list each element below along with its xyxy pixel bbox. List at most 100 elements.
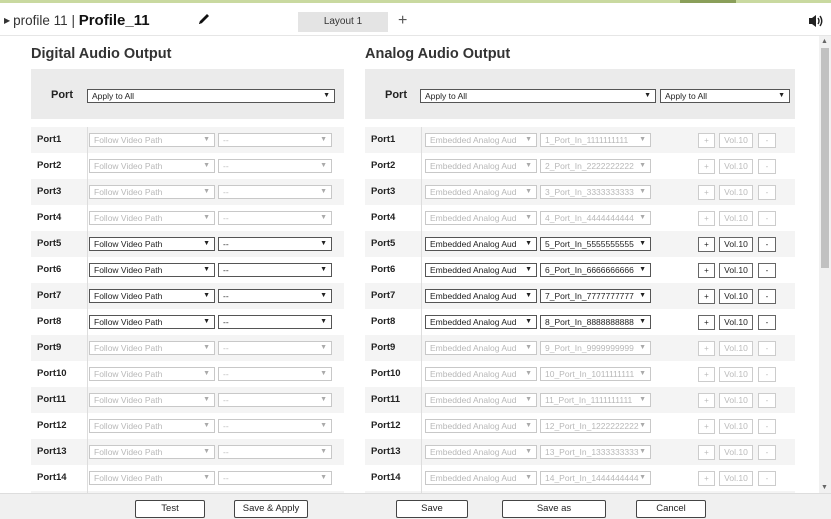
volume-down-button[interactable]: - [758, 367, 776, 382]
page-scrollbar[interactable]: ▲ ▼ [819, 36, 831, 493]
profile-title[interactable]: ▶ profile 11 | Profile_11 [4, 12, 150, 29]
analog-input-select[interactable]: 9_Port_In_9999999999 ▼ [540, 341, 651, 355]
analog-source-select[interactable]: Embedded Analog Aud ▼ [425, 315, 537, 329]
analog-input-select[interactable]: 5_Port_In_5555555555 ▼ [540, 237, 651, 251]
scroll-down-icon[interactable]: ▼ [821, 484, 828, 491]
pencil-icon[interactable] [197, 12, 211, 26]
save-apply-button[interactable]: Save & Apply [234, 500, 308, 518]
analog-input-select[interactable]: 2_Port_In_2222222222 ▼ [540, 159, 651, 173]
volume-down-button[interactable]: - [758, 185, 776, 200]
digital-sub-select[interactable]: -- ▼ [218, 367, 332, 381]
analog-input-select[interactable]: 7_Port_In_7777777777 ▼ [540, 289, 651, 303]
analog-source-select[interactable]: Embedded Analog Aud ▼ [425, 471, 537, 485]
volume-up-button[interactable]: + [698, 315, 715, 330]
digital-sub-select[interactable]: -- ▼ [218, 445, 332, 459]
analog-input-select[interactable]: 11_Port_In_1111111111 ▼ [540, 393, 651, 407]
digital-source-select[interactable]: Follow Video Path ▼ [89, 185, 215, 199]
volume-up-button[interactable]: + [698, 185, 715, 200]
digital-sub-select[interactable]: -- ▼ [218, 133, 332, 147]
digital-source-select[interactable]: Follow Video Path ▼ [89, 341, 215, 355]
volume-down-button[interactable]: - [758, 159, 776, 174]
volume-up-button[interactable]: + [698, 419, 715, 434]
analog-source-select[interactable]: Embedded Analog Aud ▼ [425, 341, 537, 355]
tab-layout-1[interactable]: Layout 1 [298, 12, 388, 32]
volume-down-button[interactable]: - [758, 471, 776, 486]
volume-down-button[interactable]: - [758, 393, 776, 408]
volume-down-button[interactable]: - [758, 289, 776, 304]
digital-source-select[interactable]: Follow Video Path ▼ [89, 393, 215, 407]
analog-apply-all-input-select[interactable]: Apply to All ▼ [660, 89, 790, 103]
analog-source-select[interactable]: Embedded Analog Aud ▼ [425, 237, 537, 251]
analog-source-select[interactable]: Embedded Analog Aud ▼ [425, 289, 537, 303]
digital-source-select[interactable]: Follow Video Path ▼ [89, 419, 215, 433]
digital-source-select[interactable]: Follow Video Path ▼ [89, 159, 215, 173]
analog-input-select[interactable]: 3_Port_In_3333333333 ▼ [540, 185, 651, 199]
volume-up-button[interactable]: + [698, 393, 715, 408]
volume-up-button[interactable]: + [698, 445, 715, 460]
expand-arrow-icon[interactable]: ▶ [4, 16, 10, 25]
analog-source-select[interactable]: Embedded Analog Aud ▼ [425, 133, 537, 147]
volume-down-button[interactable]: - [758, 237, 776, 252]
volume-down-button[interactable]: - [758, 315, 776, 330]
digital-source-select[interactable]: Follow Video Path ▼ [89, 315, 215, 329]
save-button[interactable]: Save [396, 500, 468, 518]
analog-input-select[interactable]: 13_Port_In_1333333333 ▼ [540, 445, 651, 459]
analog-input-select[interactable]: 1_Port_In_1111111111 ▼ [540, 133, 651, 147]
volume-up-button[interactable]: + [698, 211, 715, 226]
volume-up-button[interactable]: + [698, 237, 715, 252]
analog-input-select[interactable]: 6_Port_In_6666666666 ▼ [540, 263, 651, 277]
add-tab-button[interactable]: + [398, 11, 407, 31]
scroll-up-icon[interactable]: ▲ [821, 38, 828, 45]
volume-down-button[interactable]: - [758, 341, 776, 356]
volume-down-button[interactable]: - [758, 133, 776, 148]
volume-up-button[interactable]: + [698, 471, 715, 486]
analog-input-select[interactable]: 10_Port_In_1011111111 ▼ [540, 367, 651, 381]
test-button[interactable]: Test [135, 500, 205, 518]
digital-sub-select[interactable]: -- ▼ [218, 419, 332, 433]
volume-up-button[interactable]: + [698, 159, 715, 174]
analog-input-select[interactable]: 12_Port_In_1222222222 ▼ [540, 419, 651, 433]
analog-source-select[interactable]: Embedded Analog Aud ▼ [425, 211, 537, 225]
digital-sub-select[interactable]: -- ▼ [218, 159, 332, 173]
digital-sub-select[interactable]: -- ▼ [218, 341, 332, 355]
analog-source-select[interactable]: Embedded Analog Aud ▼ [425, 185, 537, 199]
digital-sub-select[interactable]: -- ▼ [218, 393, 332, 407]
volume-up-button[interactable]: + [698, 263, 715, 278]
digital-sub-select[interactable]: -- ▼ [218, 185, 332, 199]
analog-source-select[interactable]: Embedded Analog Aud ▼ [425, 159, 537, 173]
speaker-icon[interactable] [808, 14, 824, 28]
scrollbar-thumb[interactable] [821, 48, 829, 268]
digital-source-select[interactable]: Follow Video Path ▼ [89, 133, 215, 147]
digital-source-select[interactable]: Follow Video Path ▼ [89, 263, 215, 277]
analog-source-select[interactable]: Embedded Analog Aud ▼ [425, 445, 537, 459]
analog-source-select[interactable]: Embedded Analog Aud ▼ [425, 263, 537, 277]
analog-source-select[interactable]: Embedded Analog Aud ▼ [425, 393, 537, 407]
analog-input-select[interactable]: 4_Port_In_4444444444 ▼ [540, 211, 651, 225]
digital-sub-select[interactable]: -- ▼ [218, 211, 332, 225]
digital-source-select[interactable]: Follow Video Path ▼ [89, 367, 215, 381]
volume-down-button[interactable]: - [758, 419, 776, 434]
volume-up-button[interactable]: + [698, 367, 715, 382]
analog-apply-all-source-select[interactable]: Apply to All ▼ [420, 89, 656, 103]
digital-sub-select[interactable]: -- ▼ [218, 315, 332, 329]
digital-sub-select[interactable]: -- ▼ [218, 289, 332, 303]
cancel-button[interactable]: Cancel [636, 500, 706, 518]
volume-down-button[interactable]: - [758, 263, 776, 278]
digital-source-select[interactable]: Follow Video Path ▼ [89, 471, 215, 485]
digital-source-select[interactable]: Follow Video Path ▼ [89, 211, 215, 225]
analog-source-select[interactable]: Embedded Analog Aud ▼ [425, 419, 537, 433]
digital-source-select[interactable]: Follow Video Path ▼ [89, 289, 215, 303]
analog-source-select[interactable]: Embedded Analog Aud ▼ [425, 367, 537, 381]
volume-up-button[interactable]: + [698, 341, 715, 356]
digital-sub-select[interactable]: -- ▼ [218, 237, 332, 251]
analog-input-select[interactable]: 8_Port_In_8888888888 ▼ [540, 315, 651, 329]
digital-apply-all-select[interactable]: Apply to All ▼ [87, 89, 335, 103]
volume-up-button[interactable]: + [698, 133, 715, 148]
digital-sub-select[interactable]: -- ▼ [218, 263, 332, 277]
save-as-button[interactable]: Save as [502, 500, 606, 518]
volume-down-button[interactable]: - [758, 211, 776, 226]
analog-input-select[interactable]: 14_Port_In_1444444444 ▼ [540, 471, 651, 485]
volume-down-button[interactable]: - [758, 445, 776, 460]
digital-source-select[interactable]: Follow Video Path ▼ [89, 445, 215, 459]
volume-up-button[interactable]: + [698, 289, 715, 304]
